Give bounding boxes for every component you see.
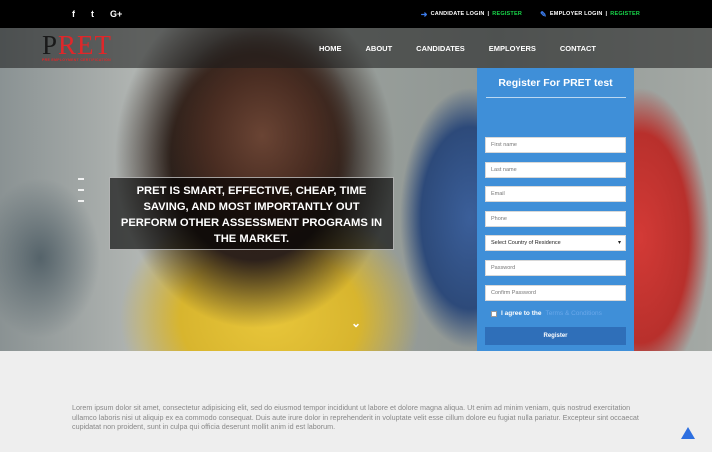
login-links: ➜ CANDIDATE LOGIN | REGISTER ✎ EMPLOYER … bbox=[421, 0, 640, 28]
intro-paragraph: Lorem ipsum dolor sit amet, consectetur … bbox=[72, 403, 639, 431]
candidate-register-link[interactable]: REGISTER bbox=[492, 11, 522, 17]
confirm-password-field[interactable]: Confirm Password bbox=[485, 285, 626, 301]
google-plus-icon[interactable]: G+ bbox=[110, 9, 122, 19]
site-logo[interactable]: PRET bbox=[42, 32, 112, 59]
candidate-login-group: ➜ CANDIDATE LOGIN | REGISTER bbox=[421, 10, 522, 19]
sign-in-icon: ➜ bbox=[420, 9, 428, 19]
first-name-field[interactable]: First name bbox=[485, 137, 626, 153]
separator: | bbox=[605, 11, 608, 17]
separator: | bbox=[487, 11, 490, 17]
phone-field[interactable]: Phone bbox=[485, 211, 626, 227]
scroll-to-top-icon[interactable] bbox=[681, 427, 695, 439]
divider bbox=[485, 97, 626, 98]
country-select-value: Select Country of Residence bbox=[491, 240, 561, 246]
slider-dot[interactable] bbox=[78, 189, 84, 191]
slider-indicators bbox=[78, 178, 84, 202]
slider-dot[interactable] bbox=[78, 200, 84, 202]
caret-down-icon: ▾ bbox=[617, 240, 621, 246]
social-links: f t G+ bbox=[72, 0, 122, 28]
nav-employers[interactable]: EMPLOYERS bbox=[489, 44, 536, 53]
candidate-login-link[interactable]: CANDIDATE LOGIN bbox=[431, 11, 485, 17]
slider-dot[interactable] bbox=[78, 178, 84, 180]
main-navbar: PRET PRE EMPLOYMENT CERTIFICATION HOME A… bbox=[0, 28, 712, 68]
nav-home[interactable]: HOME bbox=[319, 44, 342, 53]
password-field[interactable]: Password bbox=[485, 260, 626, 276]
last-name-field[interactable]: Last name bbox=[485, 162, 626, 178]
register-button[interactable]: Register bbox=[485, 327, 626, 345]
employer-register-link[interactable]: REGISTER bbox=[610, 11, 640, 17]
nav-contact[interactable]: CONTACT bbox=[560, 44, 596, 53]
country-select[interactable]: Select Country of Residence ▾ bbox=[485, 235, 626, 251]
register-title: Register For PRET test bbox=[498, 77, 613, 89]
facebook-icon[interactable]: f bbox=[72, 9, 75, 19]
terms-checkbox[interactable] bbox=[491, 310, 497, 317]
content-section: Lorem ipsum dolor sit amet, consectetur … bbox=[0, 351, 712, 452]
twitter-icon[interactable]: t bbox=[91, 9, 94, 19]
agree-label: I agree to the bbox=[501, 310, 542, 317]
chevron-down-icon[interactable]: ⌄ bbox=[351, 316, 361, 330]
nav-about[interactable]: ABOUT bbox=[366, 44, 393, 53]
nav-menu: HOME ABOUT CANDIDATES EMPLOYERS CONTACT bbox=[295, 28, 596, 68]
employer-login-link[interactable]: EMPLOYER LOGIN bbox=[550, 11, 603, 17]
logo-letter-p: P bbox=[42, 30, 59, 60]
register-panel: Register For PRET test First name Last n… bbox=[477, 68, 634, 351]
email-field[interactable]: Email bbox=[485, 186, 626, 202]
hero-headline: PRET IS SMART, EFFECTIVE, CHEAP, TIME SA… bbox=[109, 177, 394, 250]
logo-tagline: PRE EMPLOYMENT CERTIFICATION bbox=[42, 58, 112, 62]
top-bar: f t G+ ➜ CANDIDATE LOGIN | REGISTER ✎ EM… bbox=[0, 0, 712, 28]
logo-letters-ret: RET bbox=[58, 30, 113, 60]
employer-login-group: ✎ EMPLOYER LOGIN | REGISTER bbox=[540, 10, 640, 19]
nav-candidates[interactable]: CANDIDATES bbox=[416, 44, 465, 53]
terms-link[interactable]: Terms & Conditions bbox=[545, 310, 601, 317]
terms-agreement: I agree to the Terms & Conditions bbox=[491, 310, 602, 317]
edit-icon: ✎ bbox=[540, 9, 547, 19]
